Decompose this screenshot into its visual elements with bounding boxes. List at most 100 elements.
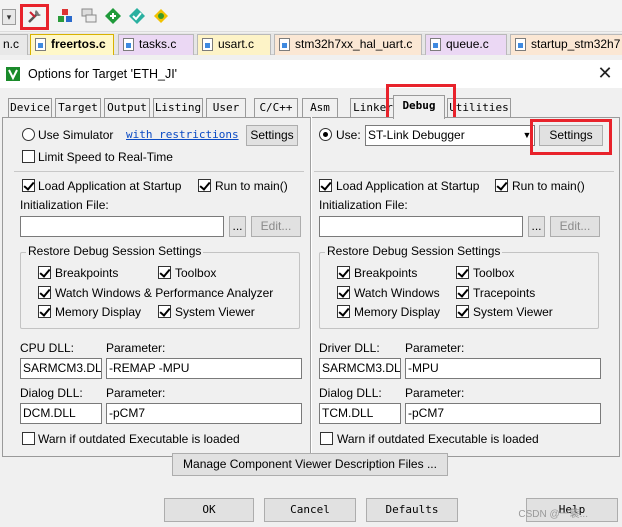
tab-label: startup_stm32h7 (531, 37, 621, 51)
tab-user[interactable]: User (206, 98, 246, 117)
memory-display-label: Memory Display (354, 305, 441, 319)
debugger-select-value: ST-Link Debugger (368, 128, 465, 142)
editor-tab-bar: n.c freertos.c tasks.c usart.c stm32h7xx… (0, 33, 622, 55)
driver-param-input[interactable]: -MPU (405, 358, 601, 379)
run-to-main-checkbox[interactable] (198, 179, 211, 192)
editor-tab[interactable]: stm32h7xx_hal_uart.c (274, 34, 422, 55)
run-to-main-checkbox[interactable] (495, 179, 508, 192)
editor-tab[interactable]: startup_stm32h7 (510, 34, 622, 55)
cpu-dll-input[interactable]: SARMCM3.DLL (20, 358, 102, 379)
dialog-dll-input[interactable]: TCM.DLL (319, 403, 401, 424)
breakpoints-label: Breakpoints (354, 266, 418, 280)
cancel-button[interactable]: Cancel (264, 498, 356, 522)
watch-windows-label: Watch Windows & Performance Analyzer (55, 286, 274, 300)
init-file-input[interactable] (319, 216, 523, 237)
warn-outdated-label: Warn if outdated Executable is loaded (337, 432, 539, 446)
pack-installer-icon[interactable] (104, 7, 122, 25)
toolbar-dropdown-arrow[interactable]: ▾ (2, 9, 16, 25)
dialog-param-input[interactable]: -pCM7 (106, 403, 302, 424)
dialog-param-input[interactable]: -pCM7 (405, 403, 601, 424)
toolbar: ▾ (0, 0, 622, 32)
toolbox-checkbox[interactable] (158, 266, 171, 279)
tracepoints-checkbox[interactable] (456, 286, 469, 299)
simulator-settings-button[interactable]: Settings (246, 125, 298, 146)
editor-tab[interactable]: usart.c (197, 34, 271, 55)
manage-component-viewer-button[interactable]: Manage Component Viewer Description File… (172, 453, 448, 476)
ok-button[interactable]: OK (164, 498, 254, 522)
use-simulator-radio[interactable] (22, 128, 35, 141)
tab-utilities[interactable]: Utilities (447, 98, 511, 117)
with-restrictions-link[interactable]: with restrictions (126, 128, 239, 141)
system-viewer-checkbox[interactable] (456, 305, 469, 318)
watermark: CSDN @一蓑... (518, 509, 588, 520)
c-file-icon (430, 38, 441, 51)
memory-display-checkbox[interactable] (337, 305, 350, 318)
driver-param-label: Parameter: (405, 341, 465, 355)
run-to-main-label: Run to main() (512, 179, 585, 193)
manage-rte-icon[interactable] (152, 7, 170, 25)
editor-tab-active[interactable]: freertos.c (30, 34, 114, 55)
tab-device[interactable]: Device (8, 98, 52, 117)
load-app-checkbox[interactable] (22, 179, 35, 192)
tab-label: freertos.c (51, 37, 106, 51)
c-file-icon (202, 38, 213, 51)
breakpoints-checkbox[interactable] (337, 266, 350, 279)
dialog-param-label: Parameter: (405, 386, 465, 400)
system-viewer-checkbox[interactable] (158, 305, 171, 318)
breakpoints-label: Breakpoints (55, 266, 119, 280)
divider (14, 171, 304, 172)
select-packs-icon[interactable] (128, 7, 146, 25)
cpu-param-input[interactable]: -REMAP -MPU (106, 358, 302, 379)
init-file-label: Initialization File: (319, 198, 408, 212)
close-icon[interactable]: ✕ (594, 62, 616, 84)
init-file-browse-button[interactable]: ... (528, 216, 545, 237)
use-debugger-radio[interactable] (319, 128, 332, 141)
tab-cpp[interactable]: C/C++ (254, 98, 298, 117)
load-app-checkbox[interactable] (319, 179, 332, 192)
tracepoints-label: Tracepoints (473, 286, 536, 300)
file-extensions-icon[interactable] (80, 7, 98, 25)
editor-tab[interactable]: n.c (0, 34, 28, 55)
tab-listing[interactable]: Listing (153, 98, 203, 117)
memory-display-label: Memory Display (55, 305, 142, 319)
toolbox-label: Toolbox (175, 266, 217, 280)
manage-project-icon[interactable] (56, 7, 74, 25)
toolbox-label: Toolbox (473, 266, 515, 280)
driver-dll-input[interactable]: SARMCM3.DLL (319, 358, 401, 379)
tab-label: usart.c (218, 37, 255, 51)
tab-label: n.c (3, 37, 20, 51)
memory-display-checkbox[interactable] (38, 305, 51, 318)
highlight-options-icon (20, 4, 49, 30)
init-file-input[interactable] (20, 216, 224, 237)
limit-speed-checkbox[interactable] (22, 150, 35, 163)
watch-windows-checkbox[interactable] (337, 286, 350, 299)
dialog-title: Options for Target 'ETH_JI' (28, 67, 178, 81)
debugger-select[interactable]: ST-Link Debugger (365, 125, 535, 146)
editor-tab[interactable]: tasks.c (118, 34, 194, 55)
dialog-dll-input[interactable]: DCM.DLL (20, 403, 102, 424)
warn-outdated-checkbox[interactable] (22, 432, 35, 445)
load-app-label: Load Application at Startup (38, 179, 182, 193)
tab-debug[interactable]: Debug (393, 95, 445, 119)
init-file-edit-button[interactable]: Edit... (251, 216, 301, 237)
tab-target[interactable]: Target (55, 98, 101, 117)
dialog-dll-label: Dialog DLL: (20, 386, 83, 400)
breakpoints-checkbox[interactable] (38, 266, 51, 279)
init-file-edit-button[interactable]: Edit... (550, 216, 600, 237)
warn-outdated-checkbox[interactable] (320, 432, 333, 445)
tab-output[interactable]: Output (104, 98, 150, 117)
dialog-titlebar: Options for Target 'ETH_JI' ✕ (0, 60, 622, 88)
tab-label: queue.c (446, 37, 489, 51)
watch-windows-checkbox[interactable] (38, 286, 51, 299)
highlight-settings-button (530, 119, 612, 155)
tab-asm[interactable]: Asm (302, 98, 338, 117)
column-divider-highlight (311, 117, 312, 458)
init-file-label: Initialization File: (20, 198, 109, 212)
toolbox-checkbox[interactable] (456, 266, 469, 279)
editor-tab[interactable]: queue.c (425, 34, 507, 55)
init-file-browse-button[interactable]: ... (229, 216, 246, 237)
c-file-icon (35, 38, 46, 51)
limit-speed-label: Limit Speed to Real-Time (38, 150, 173, 164)
divider (314, 171, 614, 172)
defaults-button[interactable]: Defaults (366, 498, 458, 522)
